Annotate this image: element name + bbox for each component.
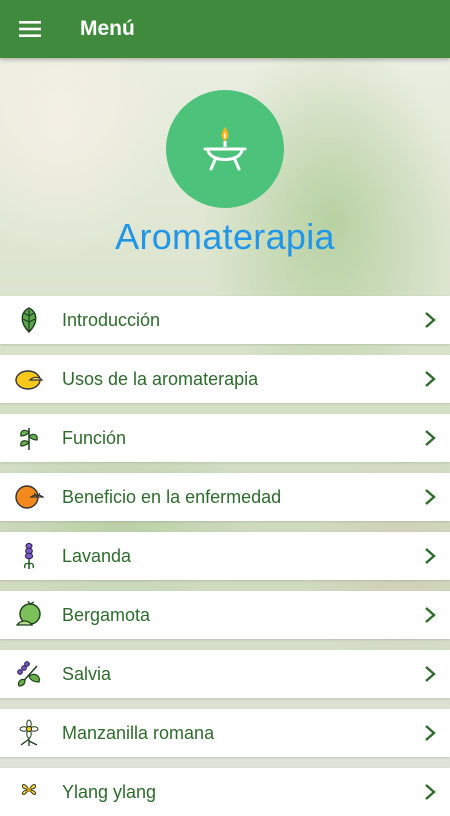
chevron-right-icon <box>410 473 450 521</box>
chevron-right-icon <box>410 296 450 344</box>
mint-leaf-icon <box>14 305 44 335</box>
menu-item-label: Usos de la aromaterapia <box>62 368 259 389</box>
chevron-right-icon <box>410 355 450 403</box>
app-bar: Menú <box>0 0 450 58</box>
page-title: Menú <box>80 17 135 40</box>
chevron-right-icon <box>410 414 450 462</box>
menu-item-salvia[interactable]: Salvia <box>0 650 450 698</box>
lavender-icon <box>14 541 44 571</box>
aroma-diffuser-candle-icon <box>203 127 247 171</box>
menu-item-bergamota[interactable]: Bergamota <box>0 591 450 639</box>
chevron-right-icon <box>410 768 450 816</box>
chevron-right-icon <box>410 532 450 580</box>
menu-item-label: Bergamota <box>62 604 151 625</box>
herb-sprig-icon <box>14 423 44 453</box>
menu-item-manzanilla[interactable]: Manzanilla romana <box>0 709 450 757</box>
menu-item-label: Función <box>62 427 127 448</box>
brand-title: Aromaterapia <box>115 216 335 257</box>
menu-item-beneficio[interactable]: Beneficio en la enfermedad <box>0 473 450 521</box>
logo <box>166 90 284 208</box>
hamburger-menu-icon[interactable] <box>0 0 60 58</box>
sage-icon <box>14 659 44 689</box>
menu-item-funcion[interactable]: Función <box>0 414 450 462</box>
menu-item-label: Manzanilla romana <box>62 722 215 743</box>
orange-slice-icon <box>14 482 44 512</box>
menu-item-ylang[interactable]: Ylang ylang <box>0 768 450 816</box>
chamomile-icon <box>14 718 44 748</box>
menu-item-label: Salvia <box>62 663 112 684</box>
chevron-right-icon <box>410 650 450 698</box>
chevron-right-icon <box>410 709 450 757</box>
menu-item-label: Beneficio en la enfermedad <box>62 486 282 507</box>
menu-item-label: Introducción <box>62 309 161 330</box>
menu-item-lavanda[interactable]: Lavanda <box>0 532 450 580</box>
menu-item-usos[interactable]: Usos de la aromaterapia <box>0 355 450 403</box>
bergamot-icon <box>14 600 44 630</box>
menu-item-introduccion[interactable]: Introducción <box>0 296 450 344</box>
chevron-right-icon <box>410 591 450 639</box>
lemon-icon <box>14 364 44 394</box>
menu-item-label: Ylang ylang <box>62 781 157 802</box>
menu-item-label: Lavanda <box>62 545 132 566</box>
ylang-flower-icon <box>14 777 44 807</box>
app-header: Aromaterapia <box>0 58 450 296</box>
